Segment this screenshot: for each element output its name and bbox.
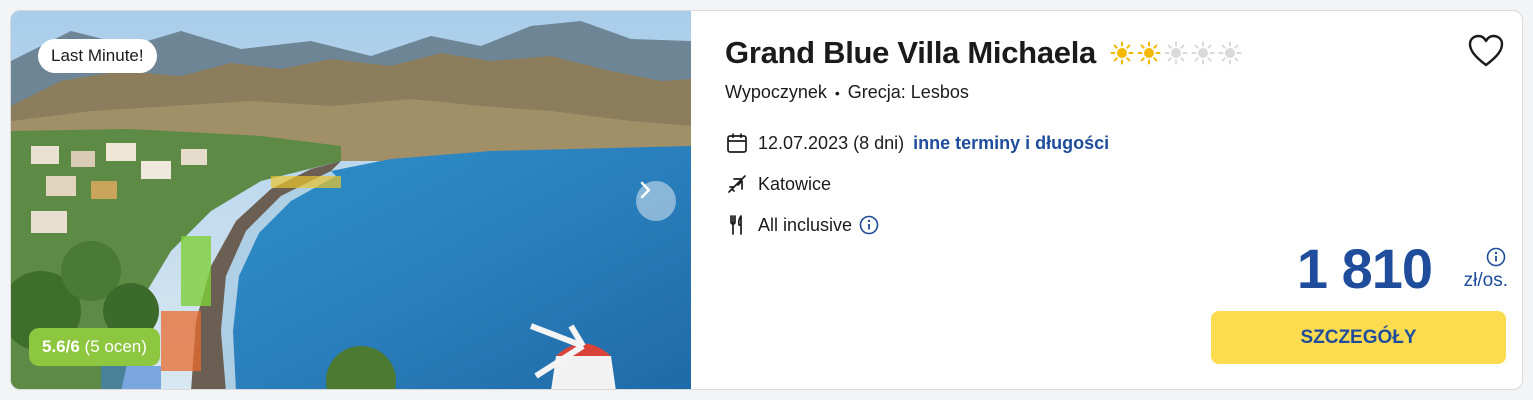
sun-inactive-icon bbox=[1164, 41, 1188, 65]
trip-type: Wypoczynek bbox=[725, 82, 827, 102]
heart-outline-icon bbox=[1468, 34, 1504, 67]
offer-info: Grand Blue Villa Michaela Wypoczynek • G… bbox=[691, 11, 1522, 389]
hotel-photo[interactable]: Last Minute! 5.6/6 (5 ocen) bbox=[11, 11, 691, 389]
last-minute-badge: Last Minute! bbox=[38, 39, 157, 73]
location-separator: • bbox=[834, 84, 840, 101]
price-amount: 1 810 bbox=[1296, 237, 1433, 300]
board-type: All inclusive bbox=[758, 214, 853, 235]
sun-inactive-icon bbox=[1191, 41, 1215, 65]
trip-date: 12.07.2023 (8 dni) bbox=[758, 132, 905, 153]
departure-row: Katowice bbox=[725, 171, 831, 197]
hotel-category-suns bbox=[1110, 41, 1242, 65]
location-line: Wypoczynek • Grecja: Lesbos bbox=[725, 82, 969, 103]
favorite-button[interactable] bbox=[1466, 31, 1506, 71]
price-block: 1 810 zł/os. bbox=[1297, 237, 1508, 301]
offer-card[interactable]: Last Minute! 5.6/6 (5 ocen) Grand Blue V… bbox=[10, 10, 1523, 390]
departure-city: Katowice bbox=[758, 173, 832, 194]
price-unit: zł/os. bbox=[1463, 270, 1508, 291]
sun-inactive-icon bbox=[1218, 41, 1242, 65]
sun-active-icon bbox=[1110, 41, 1134, 65]
board-info-icon[interactable] bbox=[859, 215, 879, 235]
calendar-icon bbox=[725, 131, 749, 155]
destination: Grecja: Lesbos bbox=[847, 82, 969, 102]
hotel-name[interactable]: Grand Blue Villa Michaela bbox=[725, 35, 1096, 71]
rating-count: (5 ocen) bbox=[84, 337, 147, 356]
title-row: Grand Blue Villa Michaela bbox=[725, 33, 1242, 73]
cutlery-icon bbox=[725, 213, 749, 237]
rating-score: 5.6/6 bbox=[42, 337, 80, 356]
plane-icon bbox=[725, 172, 749, 196]
price-info-icon[interactable] bbox=[1486, 247, 1506, 267]
chevron-right-icon bbox=[640, 181, 651, 199]
next-photo-button[interactable] bbox=[636, 181, 676, 221]
rating-badge: 5.6/6 (5 ocen) bbox=[29, 328, 160, 366]
board-row: All inclusive bbox=[725, 212, 879, 238]
other-dates-link[interactable]: inne terminy i długości bbox=[913, 133, 1109, 154]
details-button[interactable]: SZCZEGÓŁY bbox=[1211, 311, 1506, 364]
date-row: 12.07.2023 (8 dni) inne terminy i długoś… bbox=[725, 130, 1109, 156]
sun-active-icon bbox=[1137, 41, 1161, 65]
